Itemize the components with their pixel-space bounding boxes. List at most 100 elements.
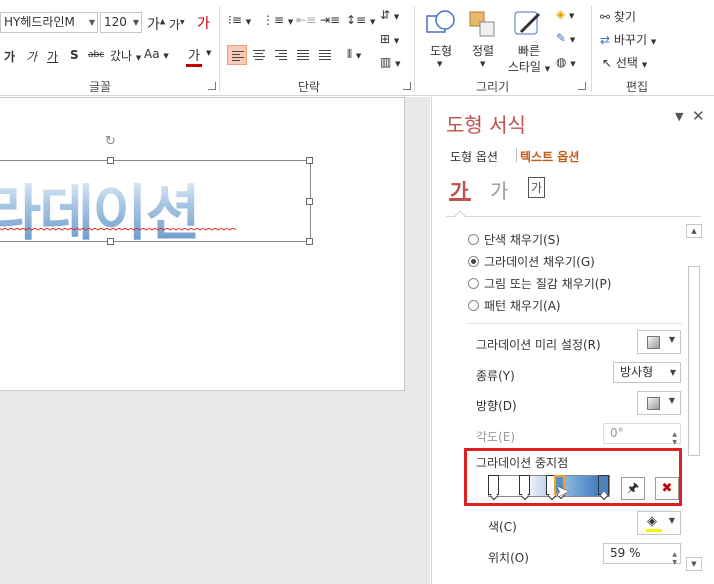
- remove-gradient-stop-icon[interactable]: ✖: [655, 477, 679, 500]
- find-button[interactable]: ⚯ 찾기: [600, 8, 636, 25]
- text-effects-icon[interactable]: 가: [490, 175, 508, 204]
- shape-fill-icon[interactable]: ◈ ▼: [556, 7, 574, 21]
- pane-title: 도형 서식: [446, 113, 526, 137]
- ribbon: HY헤드라인M ▼ 120 ▼ 가▲ 가▼ 가 가 가 가 S abc 갔나 ▼…: [0, 0, 714, 96]
- slide[interactable]: ↻ 라데이션: [0, 97, 405, 391]
- align-text-icon[interactable]: ⊞ ▼: [380, 32, 399, 46]
- text-box[interactable]: 라데이션: [0, 157, 313, 249]
- direction-button[interactable]: ▼: [637, 391, 681, 415]
- color-button[interactable]: ◈ ▼: [637, 511, 681, 535]
- select-button[interactable]: ↖ 선택 ▼: [602, 54, 647, 71]
- resize-handle[interactable]: [107, 157, 114, 164]
- chevron-down-icon[interactable]: ▼: [206, 49, 211, 57]
- radio-icon: [468, 278, 479, 289]
- align-center-icon[interactable]: [249, 45, 269, 65]
- divider: [446, 216, 701, 217]
- shapes-label: 도형: [429, 44, 453, 58]
- shape-effects-icon[interactable]: ◍ ▼: [556, 55, 576, 69]
- align-left-button[interactable]: [227, 45, 247, 65]
- resize-handle[interactable]: [107, 238, 114, 245]
- distribute-icon[interactable]: [315, 45, 335, 65]
- scroll-down-icon[interactable]: ▼: [686, 557, 702, 571]
- arrange-label: 정렬: [471, 44, 495, 58]
- gradient-stop[interactable]: [598, 475, 609, 495]
- rotate-handle-icon[interactable]: ↻: [105, 134, 116, 149]
- tab-text-options[interactable]: 텍스트 옵션: [520, 148, 579, 165]
- italic-icon[interactable]: 가: [26, 48, 37, 65]
- color-label: 색(C): [488, 520, 517, 534]
- font-name-value: HY헤드라인M: [4, 15, 75, 29]
- binoculars-icon: ⚯: [600, 10, 611, 24]
- direction-swatch: [647, 397, 660, 410]
- underline-icon[interactable]: 가: [47, 48, 58, 65]
- shapes-icon: [426, 10, 455, 33]
- font-name-combo[interactable]: HY헤드라인M ▼: [0, 12, 98, 33]
- chevron-down-icon: ▼: [480, 60, 486, 68]
- mouse-cursor-icon: ➤: [555, 482, 570, 502]
- font-size-combo[interactable]: 120 ▼: [100, 12, 142, 33]
- preset-gradients-button[interactable]: ▼: [637, 330, 681, 354]
- type-dropdown[interactable]: 방사형 ▼: [613, 362, 681, 383]
- quick-styles-label-2: 스타일 ▼: [507, 60, 551, 74]
- align-right-icon[interactable]: [271, 45, 291, 65]
- justify-icon[interactable]: [293, 45, 313, 65]
- decrease-indent-icon[interactable]: ⇤≡: [296, 13, 316, 27]
- pane-scrollbar[interactable]: ▲ ▼: [686, 224, 702, 571]
- change-case-icon[interactable]: Aa ▼: [144, 47, 169, 61]
- columns-icon[interactable]: ⫴ ▼: [347, 47, 361, 62]
- radio-pattern-fill[interactable]: 패턴 채우기(A): [468, 297, 561, 314]
- position-value: 59 %: [610, 546, 641, 560]
- tab-shape-options[interactable]: 도형 옵션: [450, 148, 498, 165]
- pane-options-icon[interactable]: ▼: [675, 110, 683, 123]
- char-spacing-icon[interactable]: 갔나 ▼: [110, 47, 141, 64]
- resize-handle[interactable]: [306, 198, 313, 205]
- replace-button[interactable]: ⇄ 바꾸기 ▼: [600, 31, 656, 48]
- scroll-up-icon[interactable]: ▲: [686, 224, 702, 238]
- spin-down-icon: ▼: [672, 559, 677, 566]
- shadow-icon[interactable]: S: [70, 48, 79, 62]
- type-value: 방사형: [620, 365, 654, 379]
- position-spinner[interactable]: 59 % ▲ ▼: [603, 543, 681, 566]
- gradient-stop[interactable]: [488, 475, 499, 495]
- resize-handle[interactable]: [306, 157, 313, 164]
- gradient-stop[interactable]: [519, 475, 530, 495]
- shrink-font-icon[interactable]: 가▼: [169, 16, 185, 33]
- textbox-icon[interactable]: 가: [528, 177, 546, 198]
- slide-text[interactable]: 라데이션: [0, 165, 201, 252]
- dialog-launcher-icon[interactable]: [403, 82, 411, 90]
- radio-icon: [468, 234, 479, 245]
- strikethrough-icon[interactable]: abc: [88, 50, 104, 60]
- bullets-icon[interactable]: ⁝≡ ▼: [228, 13, 251, 27]
- bold-icon[interactable]: 가: [4, 48, 15, 65]
- dialog-launcher-icon[interactable]: [578, 82, 586, 90]
- quick-styles-icon: [514, 11, 541, 35]
- add-gradient-stop-icon[interactable]: 🖈: [621, 477, 645, 500]
- scroll-thumb[interactable]: [688, 266, 700, 456]
- gradient-swatch: [647, 336, 660, 349]
- increase-indent-icon[interactable]: ⇥≡: [320, 13, 340, 27]
- angle-spinner[interactable]: 0° ▲ ▼: [603, 423, 681, 446]
- radio-solid-fill[interactable]: 단색 채우기(S): [468, 231, 560, 248]
- chevron-down-icon: ▼: [668, 516, 675, 525]
- direction-label: 방향(D): [476, 399, 517, 413]
- radio-picture-fill[interactable]: 그림 또는 질감 채우기(P): [468, 275, 611, 292]
- text-direction-icon[interactable]: ⇵ ▼: [380, 8, 399, 22]
- replace-icon: ⇄: [600, 33, 611, 47]
- shape-outline-icon[interactable]: ✎ ▼: [556, 31, 575, 45]
- radio-gradient-fill[interactable]: 그라데이션 채우기(G): [468, 253, 595, 270]
- radio-icon: [468, 300, 479, 311]
- grow-font-icon[interactable]: 가▲: [147, 14, 165, 34]
- clear-format-icon[interactable]: 가: [197, 13, 210, 33]
- resize-handle[interactable]: [306, 238, 313, 245]
- active-subtab-indicator: [449, 198, 471, 201]
- font-color-icon[interactable]: 가: [186, 45, 202, 67]
- smartart-icon[interactable]: ▥ ▼: [380, 55, 401, 69]
- close-icon[interactable]: ✕: [692, 107, 705, 125]
- line-spacing-icon[interactable]: ↕≡ ▼: [346, 13, 375, 27]
- dialog-launcher-icon[interactable]: [208, 82, 216, 90]
- spellcheck-underline: [0, 228, 236, 231]
- editing-group-label: 편집: [626, 80, 649, 94]
- quick-styles-label-1: 빠른: [517, 44, 541, 58]
- numbering-icon[interactable]: ⋮≡ ▼: [262, 13, 293, 27]
- color-bar: [646, 529, 662, 532]
